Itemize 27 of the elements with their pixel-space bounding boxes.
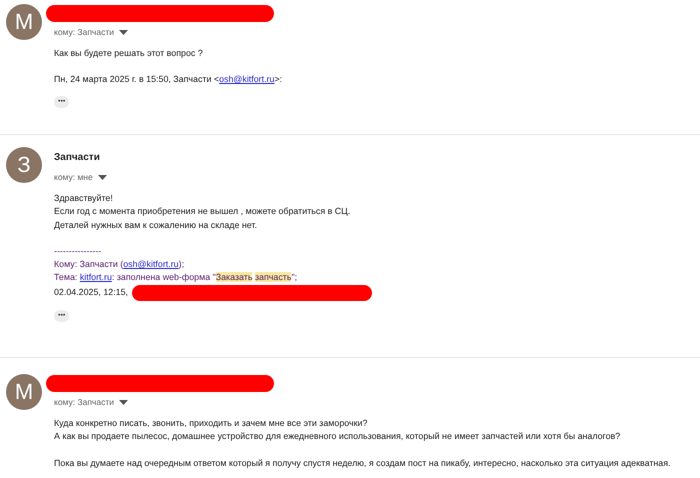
message-text: Деталей нужных вам к сожалению на складе нет. [54,218,257,232]
message-text: Если год с момента приобретения не вышел , можете обратиться в СЦ. [54,205,350,218]
message-text: Пн, 24 марта 2025 г. в 15:50, Запчасти <osh@kitfort.ru>: [54,73,282,86]
message-text: Здравствуйте! [54,192,113,205]
avatar: З [6,147,42,183]
message-text: 02.04.2025, 12:15, [54,286,128,300]
sender-name: Запчасти [54,151,100,165]
message-text: Кому: Запчасти (osh@kitfort.ru); [54,258,184,272]
caret-icon[interactable] [118,400,128,404]
message-text: Пока вы думаете над очередным ответом который я получу спустя неделю, я создам пост на пикабу, интересно, насколько эта ситуация адекватная. [54,456,671,470]
highlighted-word: Заказать [216,272,252,282]
email-link[interactable]: osh@kitfort.ru [123,259,179,270]
caret-icon[interactable] [118,30,128,34]
message-text: Куда конкретно писать, звонить, приходить и зачем мне все эти заморочки? [54,417,368,430]
message-text: А как вы продаете пылесос, домашнее устройство для ежедневного использования, который не имеет запчастей или хотя бы аналогов? [54,430,620,444]
message-text: Как вы будете решать этот вопрос ? [54,47,203,60]
email-link[interactable]: osh@kitfort.ru [219,74,274,84]
recipient-label: кому: Запчасти [54,397,114,407]
message-text: ---------------- [54,244,102,258]
avatar: M [6,374,42,410]
caret-icon[interactable] [98,174,107,180]
email-link[interactable]: kitfort.ru [80,272,112,282]
recipient-label: кому: мне [54,172,93,182]
recipient-label: кому: Запчасти [54,27,114,37]
message-text: Тема: kitfort.ru: заполнена web-форма "Заказать запчасть"; [54,271,298,284]
highlighted-word: запчасть [254,272,292,282]
avatar: M [6,4,42,40]
